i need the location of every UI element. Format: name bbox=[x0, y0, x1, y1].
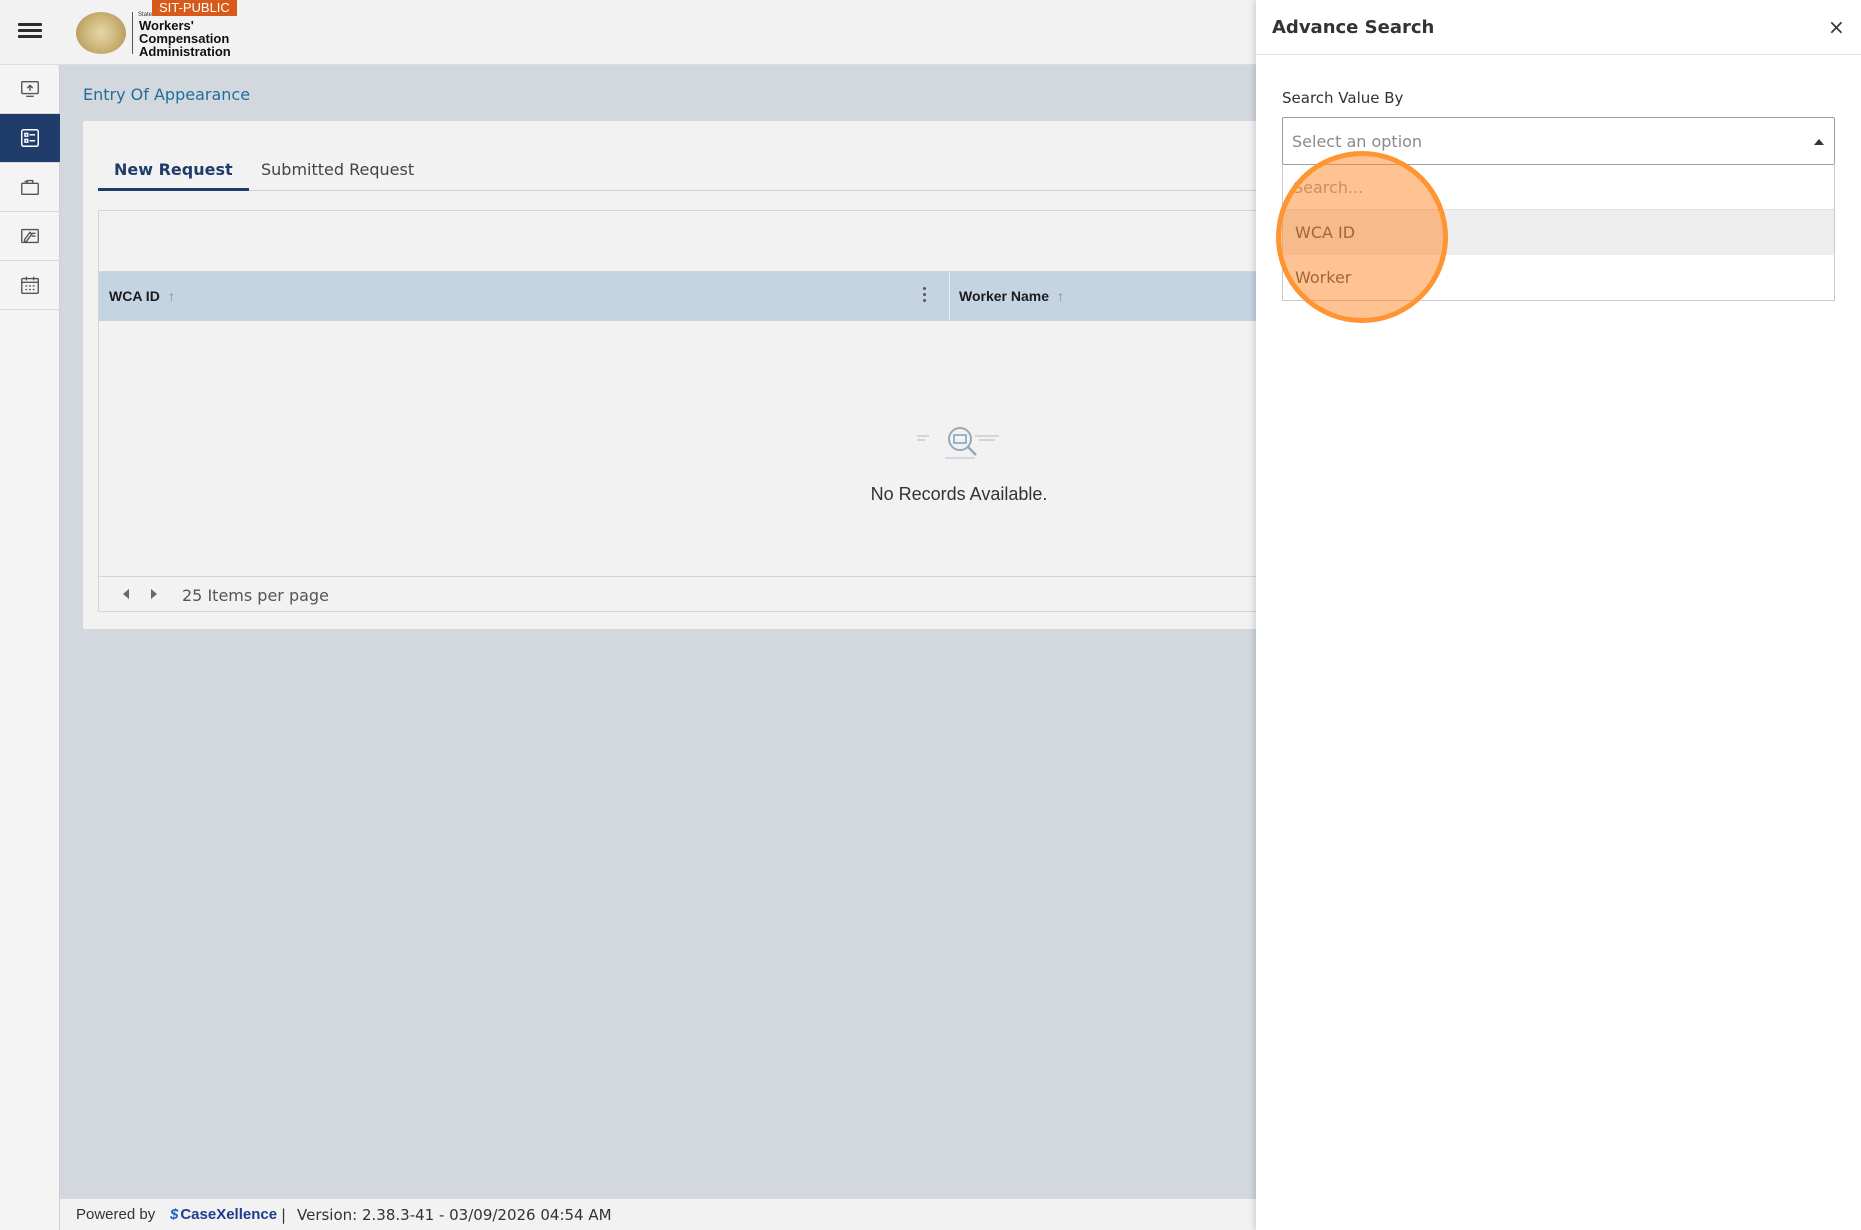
no-records-search-icon bbox=[917, 427, 999, 459]
version-text: Version: 2.38.3-41 - 03/09/2026 04:54 AM bbox=[297, 1206, 612, 1224]
panel-header: Advance Search × bbox=[1256, 0, 1861, 55]
brand-s-icon: $ bbox=[170, 1206, 179, 1223]
close-icon[interactable]: × bbox=[1828, 16, 1845, 38]
logo-divider bbox=[132, 12, 133, 54]
column-label-worker-name: Worker Name bbox=[959, 288, 1050, 304]
panel-title: Advance Search bbox=[1272, 17, 1435, 38]
edit-document-icon bbox=[21, 228, 39, 244]
breadcrumb[interactable]: Entry Of Appearance bbox=[83, 85, 250, 104]
hamburger-menu-icon[interactable] bbox=[18, 20, 42, 44]
main-card: New Request Submitted Request WCA ID ↑ Wo… bbox=[83, 121, 1263, 629]
option-wca-id[interactable]: WCA ID bbox=[1283, 210, 1834, 255]
logo-title: Workers' Compensation Administration bbox=[139, 19, 231, 58]
tab-new-request[interactable]: New Request bbox=[98, 156, 249, 191]
select-placeholder: Select an option bbox=[1292, 132, 1423, 151]
column-label-wca-id: WCA ID bbox=[109, 288, 160, 304]
logo-line-3: Administration bbox=[139, 44, 231, 59]
items-per-page-label[interactable]: 25 Items per page bbox=[182, 586, 329, 605]
advance-search-panel: Advance Search × Search Value By Select … bbox=[1256, 0, 1861, 1230]
left-sidebar bbox=[0, 65, 60, 1230]
next-page-icon[interactable] bbox=[151, 589, 157, 599]
brand-name: CaseXellence bbox=[180, 1206, 278, 1223]
column-divider[interactable] bbox=[949, 272, 950, 321]
grid-body: No Records Available. bbox=[99, 321, 1262, 576]
grid-toolbar bbox=[99, 211, 1262, 272]
empty-state-message: No Records Available. bbox=[870, 484, 1048, 504]
list-icon bbox=[21, 129, 39, 147]
column-menu-icon[interactable] bbox=[923, 287, 927, 305]
calendar-icon bbox=[21, 276, 39, 294]
column-header-worker-name[interactable]: Worker Name ↑ bbox=[959, 272, 1064, 321]
sidebar-item-cases[interactable] bbox=[0, 163, 60, 212]
sort-arrow-icon[interactable]: ↑ bbox=[168, 288, 175, 304]
pagination-bar: 25 Items per page bbox=[99, 576, 1262, 613]
powered-by-label: Powered by bbox=[76, 1206, 156, 1223]
select-dropdown: WCA ID Worker bbox=[1282, 165, 1835, 301]
sidebar-item-documents[interactable] bbox=[0, 212, 60, 261]
search-value-by-label: Search Value By bbox=[1282, 89, 1404, 107]
sidebar-item-list[interactable] bbox=[0, 114, 60, 163]
sidebar-item-upload[interactable] bbox=[0, 65, 60, 114]
previous-page-icon[interactable] bbox=[123, 589, 129, 599]
tab-submitted-request[interactable]: Submitted Request bbox=[245, 156, 430, 191]
caret-up-icon bbox=[1814, 139, 1824, 145]
briefcase-icon bbox=[21, 179, 39, 196]
footer-separator: | bbox=[281, 1206, 287, 1224]
footer: Powered by $ CaseXellence | Version: 2.38… bbox=[60, 1198, 1256, 1230]
sort-arrow-icon[interactable]: ↑ bbox=[1057, 288, 1064, 304]
column-header-wca-id[interactable]: WCA ID ↑ bbox=[109, 272, 175, 321]
upload-monitor-icon bbox=[21, 80, 39, 98]
search-value-by-select[interactable]: Select an option bbox=[1282, 117, 1835, 165]
sidebar-item-calendar[interactable] bbox=[0, 261, 60, 310]
tab-bar: New Request Submitted Request bbox=[98, 156, 1263, 191]
dropdown-search-input[interactable] bbox=[1283, 165, 1813, 209]
dropdown-search bbox=[1283, 165, 1834, 210]
option-worker[interactable]: Worker bbox=[1283, 255, 1834, 300]
brand-logo: $ CaseXellence bbox=[170, 1206, 277, 1223]
environment-badge: SIT-PUBLIC bbox=[152, 0, 237, 16]
data-grid: WCA ID ↑ Worker Name ↑ No Records Availabl… bbox=[98, 210, 1263, 612]
state-seal-logo bbox=[76, 12, 126, 54]
grid-header-row: WCA ID ↑ Worker Name ↑ bbox=[99, 272, 1262, 321]
